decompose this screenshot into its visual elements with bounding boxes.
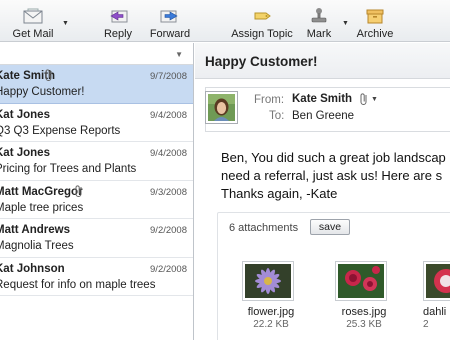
- message-body: Ben, You did such a great job landscap n…: [221, 150, 446, 201]
- save-attachments-button[interactable]: save: [310, 219, 350, 235]
- sender-avatar: [205, 91, 238, 124]
- list-item[interactable]: Kat Johnson 9/2/2008 Request for info on…: [0, 257, 193, 296]
- reply-icon: [107, 6, 129, 26]
- list-item[interactable]: Kat Jones 9/4/2008 Pricing for Trees and…: [0, 142, 193, 181]
- paperclip-icon: [74, 184, 84, 198]
- stamp-icon: [308, 6, 330, 26]
- sender-dropdown-icon[interactable]: ▼: [371, 96, 378, 103]
- envelope-icon: [22, 6, 44, 26]
- message-list-header: ▼: [0, 43, 193, 65]
- forward-button[interactable]: Forward: [146, 0, 194, 42]
- assign-topic-button[interactable]: Assign Topic: [228, 0, 296, 42]
- sort-dropdown-icon[interactable]: ▼: [175, 50, 183, 59]
- attachment-thumbnail[interactable]: [423, 261, 450, 301]
- archive-button[interactable]: Archive: [354, 0, 396, 42]
- list-item[interactable]: Kate Smith 9/7/2008 Happy Customer!: [0, 65, 193, 104]
- forward-icon: [159, 6, 181, 26]
- paperclip-icon: [359, 92, 369, 111]
- toolbar: Get Mail ▼ Reply Forward Assign Topic Ma…: [0, 0, 450, 42]
- list-item[interactable]: Matt Andrews 9/2/2008 Magnolia Trees: [0, 219, 193, 258]
- get-mail-dropdown-icon[interactable]: ▼: [62, 20, 69, 27]
- attachment-thumbnail[interactable]: [242, 261, 294, 301]
- reading-pane: Happy Customer! From: Kate Smith ▼ To: B…: [195, 43, 450, 340]
- mail-app: Get Mail ▼ Reply Forward Assign Topic Ma…: [0, 0, 450, 340]
- message-list: ▼ Kate Smith 9/7/2008 Happy Customer! Ka…: [0, 43, 194, 340]
- message-title: Happy Customer!: [195, 43, 450, 79]
- get-mail-button[interactable]: Get Mail: [8, 0, 58, 42]
- tag-icon: [251, 6, 273, 26]
- attachments-count: 6 attachments: [229, 222, 299, 234]
- mark-dropdown-icon[interactable]: ▼: [342, 20, 349, 27]
- attachment-thumbnail[interactable]: [335, 261, 387, 301]
- reply-button[interactable]: Reply: [100, 0, 136, 42]
- recipient-name[interactable]: Ben Greene: [292, 110, 354, 122]
- list-item[interactable]: Kat Jones 9/4/2008 Q3 Q3 Expense Reports: [0, 103, 193, 142]
- list-item[interactable]: Matt MacGregor 9/3/2008 Maple tree price…: [0, 180, 193, 219]
- sender-name[interactable]: Kate Smith: [292, 93, 352, 105]
- mark-button[interactable]: Mark: [302, 0, 336, 42]
- archive-box-icon: [364, 6, 386, 26]
- paperclip-icon: [44, 68, 54, 82]
